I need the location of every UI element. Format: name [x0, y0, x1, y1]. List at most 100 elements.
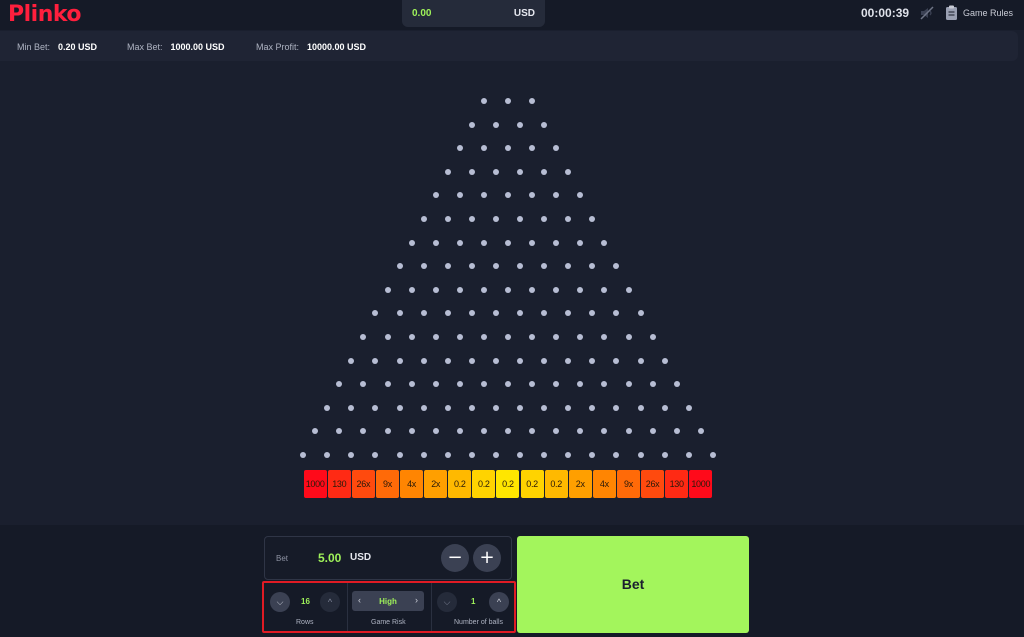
peg — [432, 239, 439, 246]
peg — [553, 381, 560, 388]
peg — [456, 381, 463, 388]
risk-value: High — [379, 597, 397, 606]
peg — [336, 428, 343, 435]
peg — [492, 168, 499, 175]
peg — [360, 381, 367, 388]
risk-setting: ‹ High › Game Risk — [348, 583, 432, 631]
peg — [492, 121, 499, 128]
peg — [541, 310, 548, 317]
rows-decrease-button[interactable]: ⌵ — [270, 592, 290, 612]
peg — [529, 334, 536, 340]
peg — [396, 452, 403, 458]
peg — [396, 310, 403, 317]
peg — [637, 404, 644, 411]
peg — [492, 404, 499, 411]
max-profit-value: 10000.00 USD — [307, 42, 367, 52]
peg — [577, 192, 584, 199]
peg — [625, 286, 632, 293]
session-timer: 00:00:39 — [861, 6, 910, 20]
peg — [661, 452, 668, 458]
peg — [529, 239, 536, 246]
multiplier-bucket: 0.2 — [544, 470, 568, 498]
multiplier-bucket: 9x — [616, 470, 640, 498]
peg — [372, 404, 379, 411]
bet-label: Bet — [276, 554, 289, 563]
peg — [565, 263, 572, 270]
peg — [577, 239, 584, 246]
peg — [480, 192, 487, 199]
peg — [565, 404, 572, 411]
peg — [541, 404, 548, 411]
risk-selector[interactable]: ‹ High › — [352, 591, 424, 611]
peg — [348, 404, 355, 411]
balls-increase-button[interactable]: ^ — [489, 592, 509, 612]
peg — [553, 286, 560, 293]
peg — [601, 334, 608, 340]
peg — [589, 452, 596, 458]
peg — [685, 404, 692, 411]
peg — [529, 381, 536, 388]
rows-label: Rows — [296, 619, 314, 626]
peg — [456, 145, 463, 152]
peg — [396, 263, 403, 270]
peg — [517, 452, 524, 458]
peg — [492, 216, 499, 222]
peg — [396, 357, 403, 364]
risk-label: Game Risk — [371, 619, 406, 626]
multiplier-bucket: 130 — [327, 470, 351, 498]
rows-increase-button[interactable]: ^ — [320, 592, 340, 612]
peg — [649, 334, 656, 340]
rows-setting: ⌵ 16 ^ Rows — [264, 583, 348, 631]
peg — [336, 381, 343, 388]
multiplier-bucket: 26x — [351, 470, 375, 498]
peg — [661, 357, 668, 364]
peg — [565, 310, 572, 317]
peg — [480, 381, 487, 388]
peg — [480, 286, 487, 293]
bet-button[interactable]: Bet — [517, 536, 749, 633]
plinko-board: 1000 130 26x 9x 4x 2x 0.2 0.2 0.2 0.2 0.2 2x 4x 9x 26x… — [0, 62, 1024, 524]
peg — [372, 452, 379, 458]
peg — [577, 381, 584, 388]
peg — [432, 334, 439, 340]
peg — [541, 121, 548, 128]
bet-amount-value[interactable]: 5.00 — [318, 551, 341, 565]
game-rules-link[interactable]: Game Rules — [963, 8, 1013, 18]
peg — [468, 310, 475, 317]
sound-muted-icon[interactable] — [919, 5, 935, 21]
peg — [456, 192, 463, 199]
peg — [456, 428, 463, 435]
peg — [637, 357, 644, 364]
peg — [613, 404, 620, 411]
peg — [444, 263, 451, 270]
peg — [673, 428, 680, 435]
peg — [613, 357, 620, 364]
peg — [372, 310, 379, 317]
increase-bet-button[interactable]: + — [473, 544, 501, 572]
peg — [637, 452, 644, 458]
peg — [360, 428, 367, 435]
balls-decrease-button[interactable]: ⌵ — [437, 592, 457, 612]
peg — [300, 452, 307, 458]
peg — [577, 428, 584, 435]
peg — [541, 357, 548, 364]
peg — [601, 428, 608, 435]
peg — [541, 168, 548, 175]
clipboard-icon[interactable] — [945, 5, 958, 21]
peg — [661, 404, 668, 411]
peg — [553, 428, 560, 435]
peg — [444, 404, 451, 411]
control-panel: Bet 5.00 USD − + ⌵ 16 ^ Rows ‹ High › Ga… — [0, 525, 1024, 637]
peg — [408, 428, 415, 435]
peg — [384, 334, 391, 340]
peg — [468, 404, 475, 411]
peg — [625, 334, 632, 340]
multiplier-bucket: 9x — [375, 470, 399, 498]
bet-currency: USD — [350, 552, 372, 563]
multiplier-bucket: 4x — [592, 470, 616, 498]
peg — [468, 168, 475, 175]
decrease-bet-button[interactable]: − — [441, 544, 469, 572]
peg — [492, 357, 499, 364]
chevron-right-icon[interactable]: › — [415, 595, 418, 605]
peg — [480, 98, 487, 104]
